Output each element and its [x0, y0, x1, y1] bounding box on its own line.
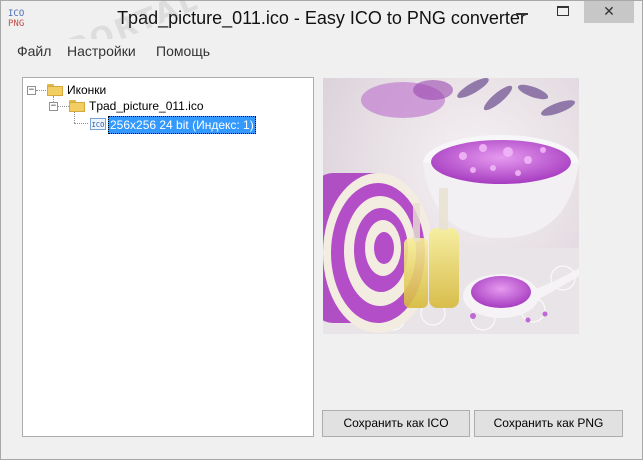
minimize-button[interactable] [508, 1, 536, 23]
menu-file[interactable]: Файл [17, 43, 51, 59]
menu-help[interactable]: Помощь [156, 43, 210, 59]
tree-connector [74, 111, 75, 123]
close-icon: ✕ [603, 4, 615, 20]
app-window: ICO PNG Tpad_picture_011.ico - Easy ICO … [0, 0, 643, 460]
maximize-icon [557, 6, 569, 16]
tree-node-file[interactable]: Tpad_picture_011.ico [89, 98, 204, 114]
folder-icon [47, 84, 63, 96]
close-button[interactable]: ✕ [584, 1, 634, 23]
maximize-button[interactable] [550, 1, 578, 23]
tree-collapse-toggle-file[interactable]: − [49, 102, 58, 111]
save-as-png-button[interactable]: Сохранить как PNG [474, 410, 623, 437]
tree-node-icons[interactable]: Иконки [67, 82, 106, 98]
icon-preview-image [323, 78, 579, 334]
save-as-ico-button[interactable]: Сохранить как ICO [322, 410, 470, 437]
tree-collapse-toggle-root[interactable]: − [27, 86, 36, 95]
icon-tree-view[interactable]: − Иконки − Tpad_picture_011.ico ICO 256x… [22, 77, 314, 437]
tree-node-image-selected[interactable]: 256x256 24 bit (Индекс: 1) [108, 116, 256, 134]
open-folder-icon [69, 100, 85, 112]
minimize-icon [516, 13, 528, 15]
ico-file-icon: ICO [90, 118, 106, 130]
tree-connector [57, 106, 69, 107]
menu-bar: Файл Настройки Помощь [1, 39, 642, 63]
menu-settings[interactable]: Настройки [67, 43, 136, 59]
tree-connector [36, 90, 46, 91]
tree-connector [74, 123, 88, 124]
